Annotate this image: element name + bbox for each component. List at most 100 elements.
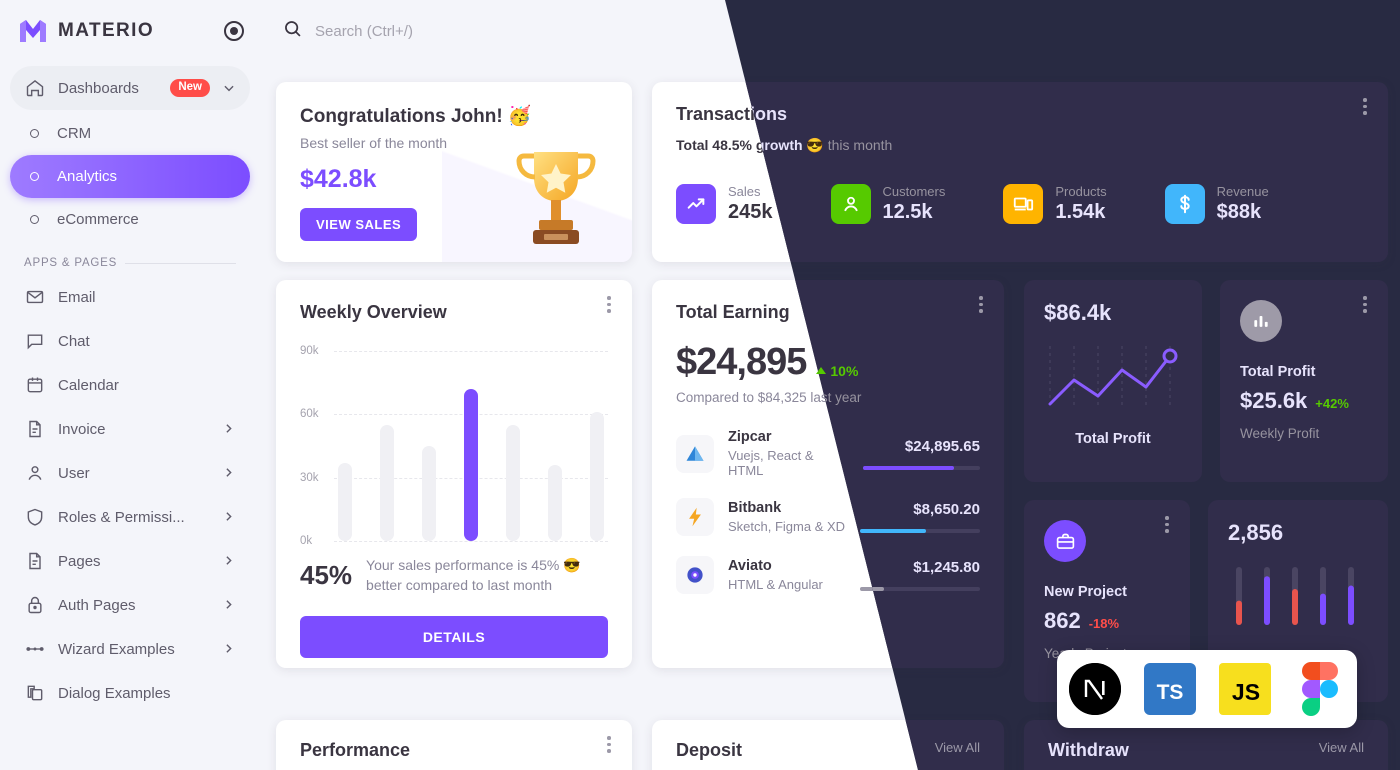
stat-label: Revenue [1216, 184, 1269, 199]
chart-bar [548, 465, 562, 541]
earning-item-progress-fill [860, 587, 884, 591]
performance-menu-icon[interactable] [600, 736, 618, 754]
dollar-icon [1164, 184, 1205, 224]
svg-text:TS: TS [1156, 681, 1183, 704]
sidebar-item-calendar[interactable]: Calendar [10, 363, 250, 407]
earning-item-amount: $1,245.80 [913, 559, 980, 576]
sidebar-item-analytics[interactable]: Analytics [10, 155, 250, 198]
stat-value: 12.5k [882, 201, 933, 223]
apps-grid-icon[interactable] [1252, 20, 1274, 42]
typescript-logo-icon[interactable]: TS [1143, 663, 1196, 715]
sidebar-item-wizard-examples[interactable]: Wizard Examples [10, 627, 250, 671]
earning-item-name: Zipcar [728, 429, 772, 445]
transactions-period: this month [823, 137, 893, 153]
withdraw-title: Withdraw [1048, 740, 1129, 760]
chat-icon [24, 330, 46, 352]
sidebar-item-invoice[interactable]: Invoice [10, 407, 250, 451]
performance-title: Performance [300, 740, 411, 760]
total-earning-menu-icon[interactable] [972, 296, 990, 314]
copy-icon [24, 682, 46, 704]
sidebar-item-label: Chat [58, 332, 90, 350]
sidebar-item-pages[interactable]: Pages [10, 539, 250, 583]
congratulations-card: Congratulations John! 🥳 Best seller of t… [276, 82, 632, 262]
trending-up-icon [676, 184, 716, 224]
sidebar-section-label: APPS & PAGES [24, 257, 118, 269]
aviato-logo [676, 556, 714, 594]
sidebar-menu: Dashboards New CRM Analytics eCommerce A… [0, 62, 260, 715]
chart-bar [506, 424, 520, 541]
sidebar-item-roles-permissions[interactable]: Roles & Permissi... [10, 495, 250, 539]
weekly-overview-menu-icon[interactable] [600, 296, 618, 314]
chevron-down-icon [222, 81, 236, 95]
shield-icon [24, 506, 46, 528]
stat-value: 1.54k [1055, 201, 1106, 223]
sidebar-item-email[interactable]: Email [10, 275, 250, 319]
bitbank-logo [676, 498, 714, 536]
sidebar-item-crm[interactable]: CRM [10, 112, 250, 155]
nextjs-logo-icon[interactable] [1068, 663, 1121, 715]
mail-icon [24, 286, 46, 308]
figma-logo-icon[interactable] [1294, 662, 1346, 716]
total-earning-amount-row: $24,895 10% [676, 341, 980, 384]
right-column [1024, 280, 1388, 702]
earning-item-progress-fill [860, 529, 926, 533]
online-status-dot [1368, 39, 1379, 50]
dashboard-row-2: Weekly Overview 90k 60k 30k 0k 45% Your … [276, 280, 1388, 702]
chevron-right-icon [222, 598, 236, 612]
sidebar-item-ecommerce[interactable]: eCommerce [10, 198, 250, 241]
chart-bars [334, 351, 608, 541]
chart-y-axis: 90k 60k 30k 0k [300, 345, 332, 547]
dashboard-row-1: Congratulations John! 🥳 Best seller of t… [276, 82, 1388, 262]
notification-badge-dot [1311, 18, 1320, 27]
stat-products: Products 1.54k [1003, 184, 1107, 224]
trophy-icon [506, 142, 606, 252]
earning-item-tech: HTML & Angular [728, 577, 823, 592]
sidebar-item-label: CRM [57, 125, 92, 142]
chevron-right-icon [222, 466, 236, 480]
chevron-right-icon [222, 422, 236, 436]
transactions-menu-icon[interactable] [1356, 98, 1374, 116]
sidebar-item-dialog-examples[interactable]: Dialog Examples [10, 671, 250, 715]
sidebar-item-chat[interactable]: Chat [10, 319, 250, 363]
sidebar-section-apps-pages: APPS & PAGES [10, 241, 250, 275]
document-icon [24, 550, 46, 572]
new-badge: New [170, 79, 210, 97]
search-bar[interactable] [282, 18, 1164, 44]
deposit-title: Deposit [676, 740, 743, 760]
performance-card: Performance [276, 720, 632, 770]
earning-item-name: Aviato [728, 558, 772, 574]
sidebar-header: MATERIO [0, 0, 260, 62]
transactions-card: Transactions Total 48.5% growth 😎 this m… [652, 82, 1388, 262]
sidebar-item-label: Calendar [58, 376, 119, 394]
weekly-performance-summary: 45% Your sales performance is 45% 😎 bett… [300, 555, 608, 596]
sidebar-item-dashboards[interactable]: Dashboards New [10, 66, 250, 110]
document-icon [24, 418, 46, 440]
stat-label: Products [1055, 184, 1107, 199]
transactions-title: Transactions [676, 104, 788, 124]
deposit-view-all-link[interactable]: View All [935, 740, 980, 755]
javascript-logo-icon[interactable]: JS [1218, 663, 1271, 715]
translate-icon[interactable] [1164, 20, 1186, 42]
sidebar-item-label: Dashboards [58, 79, 139, 97]
brightness-icon[interactable] [1208, 20, 1230, 42]
search-input[interactable] [315, 22, 635, 40]
total-profit-spark-card [1024, 280, 1197, 482]
devices-icon [1003, 184, 1044, 224]
earning-list-item: Bitbank Sketch, Figma & XD $8,650.20 [676, 498, 980, 536]
sidebar-item-user[interactable]: User [10, 451, 250, 495]
total-earning-compare: Compared to $84,325 last year [676, 390, 862, 405]
sidebar-item-auth-pages[interactable]: Auth Pages [10, 583, 250, 627]
sidebar-pin-toggle[interactable] [224, 21, 244, 41]
chart-bar [380, 424, 394, 541]
sidebar-item-label: Wizard Examples [58, 640, 175, 658]
chevron-right-icon [222, 510, 236, 524]
withdraw-view-all-link[interactable]: View All [1319, 740, 1364, 755]
avatar[interactable] [1340, 12, 1379, 50]
topbar-icons [1164, 12, 1379, 50]
calendar-icon [24, 374, 46, 396]
earning-item-tech: Vuejs, React & HTML [728, 448, 814, 478]
notifications-bell-icon[interactable] [1296, 18, 1320, 42]
details-button[interactable]: DETAILS [300, 615, 608, 658]
view-sales-button[interactable]: VIEW SALES [300, 208, 418, 241]
dots-link-icon [24, 638, 46, 660]
